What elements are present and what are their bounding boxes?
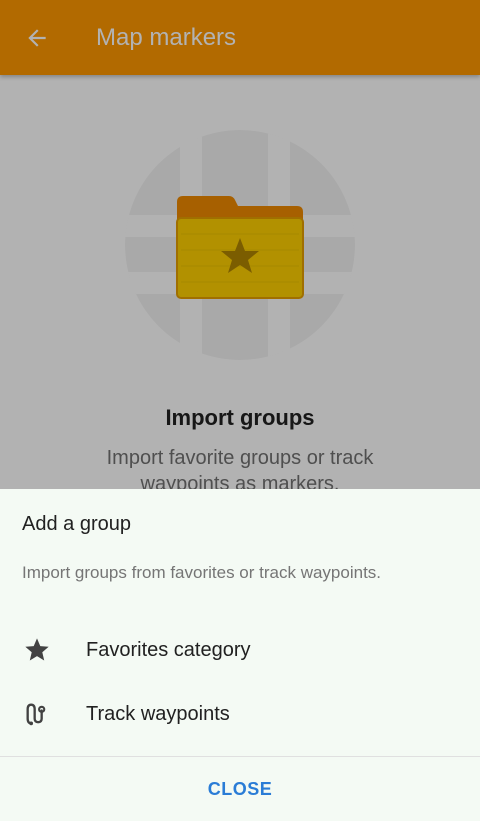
screen: Map markers Import groups Import favorit… [0,0,480,821]
track-waypoints-label: Track waypoints [86,702,230,725]
close-button[interactable]: CLOSE [0,757,480,821]
favorites-category-item[interactable]: Favorites category [0,618,480,682]
track-waypoints-item[interactable]: Track waypoints [0,682,480,746]
favorites-category-label: Favorites category [86,638,251,661]
sheet-title: Add a group [22,513,131,535]
add-group-bottom-sheet: Add a group Import groups from favorites… [0,489,480,821]
track-icon [22,699,52,729]
sheet-description: Import groups from favorites or track wa… [22,563,382,582]
star-icon [22,635,52,665]
